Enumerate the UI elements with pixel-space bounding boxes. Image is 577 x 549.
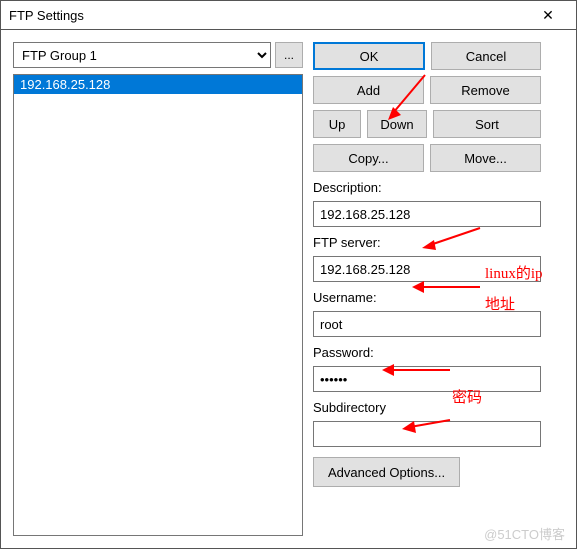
- group-row: FTP Group 1 ...: [13, 42, 303, 68]
- username-label: Username:: [313, 290, 541, 305]
- username-input[interactable]: [313, 311, 541, 337]
- advanced-options-button[interactable]: Advanced Options...: [313, 457, 460, 487]
- window-title: FTP Settings: [9, 8, 528, 23]
- copy-button[interactable]: Copy...: [313, 144, 424, 172]
- dialog-body: FTP Group 1 ... 192.168.25.128 OK Cancel…: [0, 30, 577, 549]
- watermark: @51CTO博客: [484, 524, 565, 543]
- titlebar: FTP Settings ✕: [0, 0, 577, 30]
- list-item[interactable]: 192.168.25.128: [14, 75, 302, 94]
- sort-button[interactable]: Sort: [433, 110, 541, 138]
- connection-list[interactable]: 192.168.25.128: [13, 74, 303, 536]
- add-button[interactable]: Add: [313, 76, 424, 104]
- left-panel: FTP Group 1 ... 192.168.25.128: [13, 42, 303, 536]
- server-label: FTP server:: [313, 235, 541, 250]
- password-label: Password:: [313, 345, 541, 360]
- description-input[interactable]: [313, 201, 541, 227]
- down-button[interactable]: Down: [367, 110, 427, 138]
- subdir-input[interactable]: [313, 421, 541, 447]
- group-select[interactable]: FTP Group 1: [13, 42, 271, 68]
- remove-button[interactable]: Remove: [430, 76, 541, 104]
- right-panel: OK Cancel Add Remove Up Down Sort Copy..…: [313, 42, 541, 536]
- cancel-button[interactable]: Cancel: [431, 42, 541, 70]
- close-icon[interactable]: ✕: [528, 7, 568, 24]
- up-button[interactable]: Up: [313, 110, 361, 138]
- ok-button[interactable]: OK: [313, 42, 425, 70]
- move-button[interactable]: Move...: [430, 144, 541, 172]
- browse-group-button[interactable]: ...: [275, 42, 303, 68]
- server-input[interactable]: [313, 256, 541, 282]
- description-label: Description:: [313, 180, 541, 195]
- subdir-label: Subdirectory: [313, 400, 541, 415]
- password-input[interactable]: [313, 366, 541, 392]
